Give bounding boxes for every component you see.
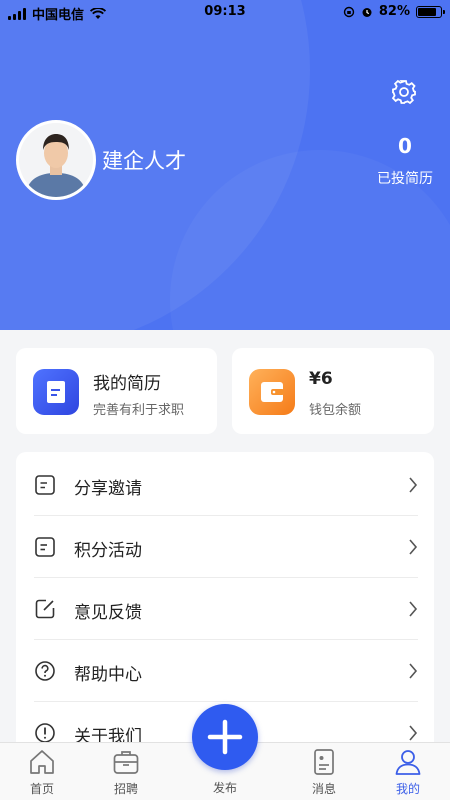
tab-label: 我的 — [395, 782, 420, 796]
chevron-right-icon — [409, 477, 418, 493]
wallet-balance-label: 钱包余额 — [309, 403, 362, 418]
tab-label: 消息 — [311, 782, 336, 796]
alarm-icon — [362, 7, 372, 17]
tab-home[interactable]: 首页 — [2, 743, 82, 800]
avatar[interactable] — [16, 120, 96, 200]
menu-item-feedback[interactable]: 意见反馈 — [16, 578, 434, 640]
menu-item-label: 积分活动 — [74, 541, 142, 561]
user-avatar-icon — [19, 123, 93, 197]
tab-jobs[interactable]: 招聘 — [86, 743, 166, 800]
briefcase-icon — [113, 751, 139, 774]
menu-item-label: 帮助中心 — [74, 665, 142, 685]
battery-icon — [416, 5, 445, 18]
help-icon — [35, 661, 55, 681]
list-icon — [35, 537, 55, 557]
edit-icon — [35, 599, 55, 619]
publish-button[interactable] — [192, 704, 258, 770]
home-icon — [30, 750, 54, 774]
resume-count-label[interactable]: 已投简历 — [360, 168, 450, 188]
resume-card-subtitle: 完善有利于求职 — [93, 403, 185, 418]
menu-item-share-invite[interactable]: 分享邀请 — [16, 454, 434, 516]
resume-card-title: 我的简历 — [93, 374, 161, 394]
chevron-right-icon — [409, 663, 418, 679]
plus-icon — [207, 719, 243, 755]
info-icon — [35, 723, 55, 743]
chevron-right-icon — [409, 539, 418, 555]
wallet-card[interactable]: ¥6 钱包余额 — [232, 348, 434, 434]
username: 建企人才 — [102, 149, 186, 173]
resume-count[interactable]: 0 — [360, 134, 450, 158]
settings-gear-icon[interactable] — [390, 78, 418, 106]
list-icon — [35, 475, 55, 495]
chevron-right-icon — [409, 725, 418, 741]
menu-item-label: 意见反馈 — [74, 603, 142, 623]
profile-header: 中国电信 09:13 82% 建企人才 0 已投简历 — [0, 0, 450, 330]
orientation-lock-icon — [343, 6, 355, 17]
tab-mine[interactable]: 我的 — [368, 743, 448, 800]
tab-messages[interactable]: 消息 — [284, 743, 364, 800]
battery-percent: 82% — [378, 4, 410, 19]
tab-label: 招聘 — [113, 782, 138, 796]
tab-label: 首页 — [29, 782, 54, 796]
publish-label: 发布 — [212, 781, 237, 795]
resume-icon — [33, 369, 79, 415]
chevron-right-icon — [409, 601, 418, 617]
message-icon — [314, 749, 334, 775]
menu-item-label: 分享邀请 — [74, 479, 142, 499]
menu-item-points-activity[interactable]: 积分活动 — [16, 516, 434, 578]
wallet-balance: ¥6 — [309, 369, 333, 389]
user-icon — [395, 750, 421, 775]
menu-item-help-center[interactable]: 帮助中心 — [16, 640, 434, 702]
wallet-icon — [249, 369, 295, 415]
my-resume-card[interactable]: 我的简历 完善有利于求职 — [16, 348, 217, 434]
status-bar: 中国电信 09:13 82% — [0, 0, 450, 26]
